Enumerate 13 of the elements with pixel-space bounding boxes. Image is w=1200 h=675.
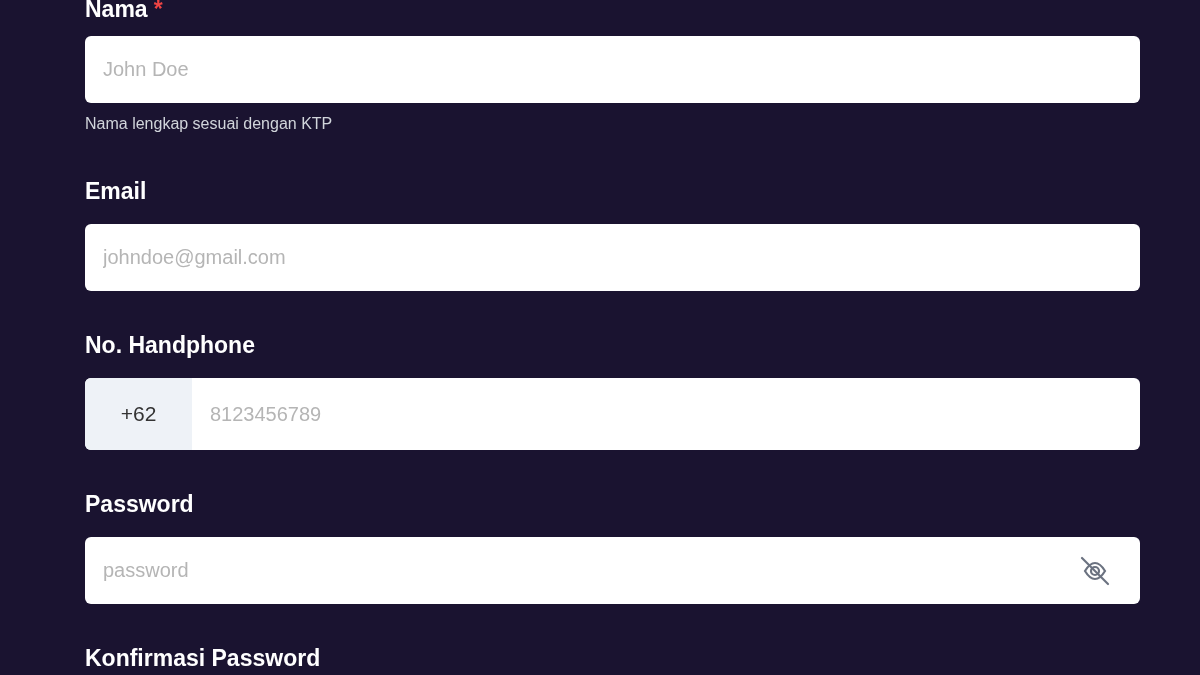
country-code: +62 (85, 378, 192, 450)
field-label: Konfirmasi Password (85, 644, 321, 673)
phone-input[interactable]: 8123456789 (192, 378, 1140, 450)
input-field[interactable]: John Doe (85, 36, 1140, 103)
field-label: No. Handphone (85, 331, 255, 360)
field-label: Nama (85, 0, 148, 24)
field-label: Password (85, 490, 194, 519)
input-field[interactable]: johndoe@gmail.com (85, 224, 1140, 291)
hint-text: Nama lengkap sesuai dengan KTP (85, 114, 334, 134)
phone-field[interactable]: +62 8123456789 (85, 378, 1140, 450)
required-mark: * (153, 0, 163, 24)
field-label: Email (85, 177, 147, 206)
eye-slash-icon[interactable] (1078, 554, 1112, 587)
